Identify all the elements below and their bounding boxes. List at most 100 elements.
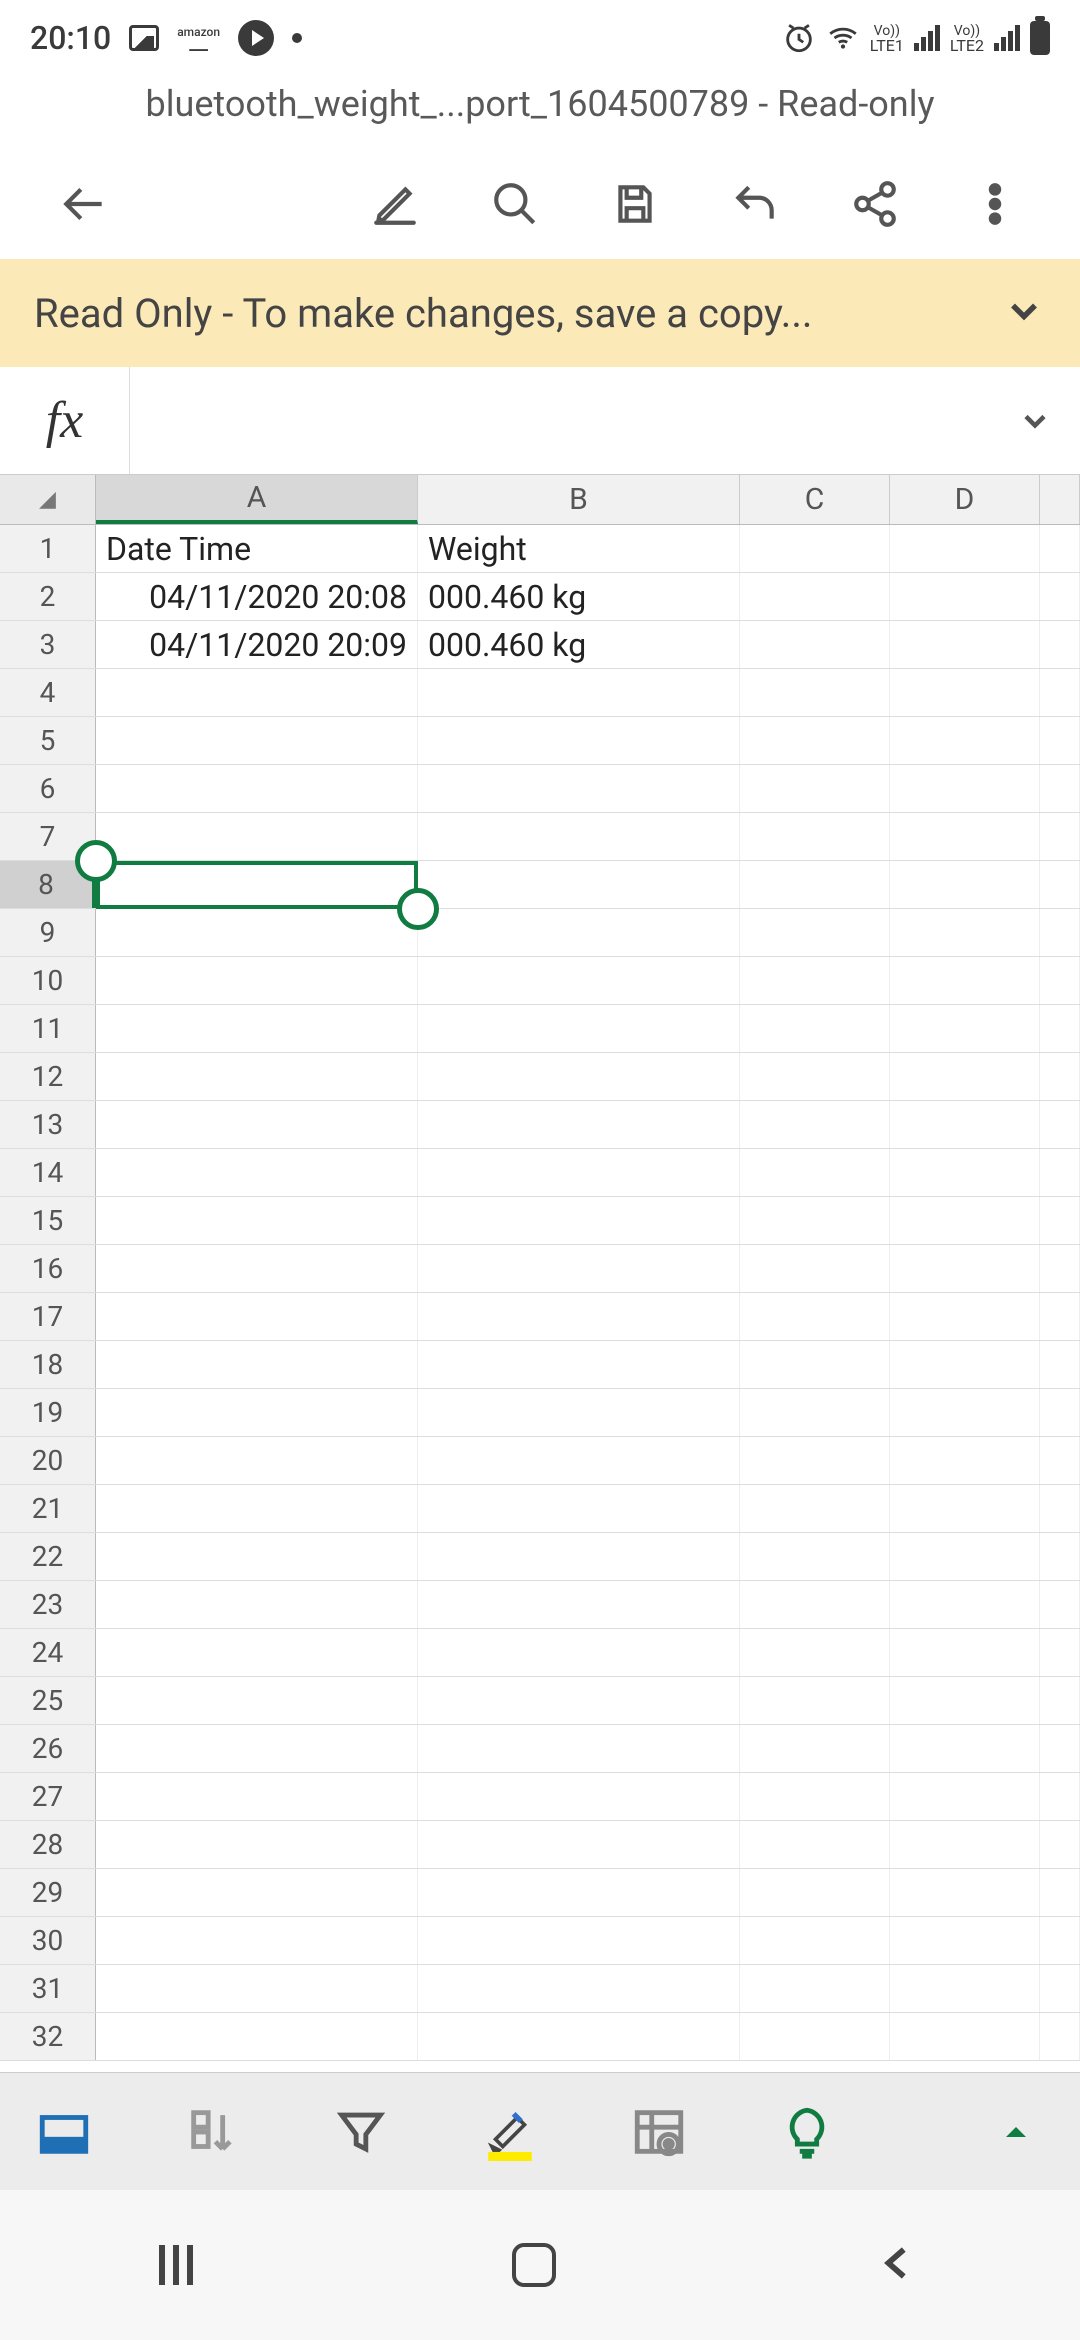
col-header-B[interactable]: B [418,475,740,524]
row-header-6[interactable]: 6 [0,765,96,812]
cell-D2[interactable] [890,573,1040,620]
row-header-27[interactable]: 27 [0,1773,96,1820]
card-view-button[interactable] [614,2087,703,2177]
cell-E3[interactable] [1040,621,1080,668]
row-header-11[interactable]: 11 [0,1005,96,1052]
row-header-24[interactable]: 24 [0,1629,96,1676]
cell-E26[interactable] [1040,1725,1080,1772]
nav-back-button[interactable] [875,2240,921,2290]
cell-E20[interactable] [1040,1437,1080,1484]
cell-C26[interactable] [740,1725,890,1772]
cell-D12[interactable] [890,1053,1040,1100]
cell-A28[interactable] [96,1821,418,1868]
cell-B16[interactable] [418,1245,740,1292]
cell-A27[interactable] [96,1773,418,1820]
share-button[interactable] [820,159,930,249]
cell-C13[interactable] [740,1101,890,1148]
cell-D1[interactable] [890,525,1040,572]
cell-B19[interactable] [418,1389,740,1436]
cell-E1[interactable] [1040,525,1080,572]
cell-A21[interactable] [96,1485,418,1532]
nav-home-button[interactable] [512,2243,556,2287]
cell-E5[interactable] [1040,717,1080,764]
cell-A23[interactable] [96,1581,418,1628]
row-header-31[interactable]: 31 [0,1965,96,2012]
cell-D29[interactable] [890,1869,1040,1916]
save-button[interactable] [580,159,690,249]
cell-A6[interactable] [96,765,418,812]
cell-B6[interactable] [418,765,740,812]
cell-D13[interactable] [890,1101,1040,1148]
cell-A32[interactable] [96,2013,418,2060]
cell-E32[interactable] [1040,2013,1080,2060]
cell-B17[interactable] [418,1293,740,1340]
cell-A2[interactable]: 04/11/2020 20:08 [96,573,418,620]
row-header-21[interactable]: 21 [0,1485,96,1532]
cell-B7[interactable] [418,813,740,860]
cell-B28[interactable] [418,1821,740,1868]
cell-E14[interactable] [1040,1149,1080,1196]
row-header-4[interactable]: 4 [0,669,96,716]
cell-D14[interactable] [890,1149,1040,1196]
cell-E10[interactable] [1040,957,1080,1004]
ribbon-expand-button[interactable] [971,2087,1060,2177]
cell-E13[interactable] [1040,1101,1080,1148]
cell-C4[interactable] [740,669,890,716]
cell-C21[interactable] [740,1485,890,1532]
cell-C17[interactable] [740,1293,890,1340]
row-header-26[interactable]: 26 [0,1725,96,1772]
row-header-23[interactable]: 23 [0,1581,96,1628]
edit-button[interactable] [340,159,450,249]
formula-expand-button[interactable] [990,403,1080,439]
cell-E15[interactable] [1040,1197,1080,1244]
cell-A11[interactable] [96,1005,418,1052]
cell-E16[interactable] [1040,1245,1080,1292]
more-button[interactable] [940,159,1050,249]
row-header-29[interactable]: 29 [0,1869,96,1916]
formula-input[interactable] [130,367,990,474]
cell-E18[interactable] [1040,1341,1080,1388]
cell-B15[interactable] [418,1197,740,1244]
cell-B23[interactable] [418,1581,740,1628]
cell-A14[interactable] [96,1149,418,1196]
cell-B1[interactable]: Weight [418,525,740,572]
cell-D31[interactable] [890,1965,1040,2012]
cell-E24[interactable] [1040,1629,1080,1676]
cell-E21[interactable] [1040,1485,1080,1532]
cell-A22[interactable] [96,1533,418,1580]
cell-A12[interactable] [96,1053,418,1100]
cell-B27[interactable] [418,1773,740,1820]
cell-D8[interactable] [890,861,1040,908]
row-header-13[interactable]: 13 [0,1101,96,1148]
cell-B18[interactable] [418,1341,740,1388]
row-header-16[interactable]: 16 [0,1245,96,1292]
row-header-10[interactable]: 10 [0,957,96,1004]
undo-button[interactable] [700,159,810,249]
cell-B29[interactable] [418,1869,740,1916]
cell-C14[interactable] [740,1149,890,1196]
row-header-5[interactable]: 5 [0,717,96,764]
cell-D26[interactable] [890,1725,1040,1772]
cell-E2[interactable] [1040,573,1080,620]
cell-C23[interactable] [740,1581,890,1628]
cell-D23[interactable] [890,1581,1040,1628]
row-header-1[interactable]: 1 [0,525,96,572]
cell-C1[interactable] [740,525,890,572]
col-header-D[interactable]: D [890,475,1040,524]
cell-A10[interactable] [96,957,418,1004]
cell-E12[interactable] [1040,1053,1080,1100]
cell-C11[interactable] [740,1005,890,1052]
cell-C32[interactable] [740,2013,890,2060]
row-header-9[interactable]: 9 [0,909,96,956]
cell-B10[interactable] [418,957,740,1004]
row-header-18[interactable]: 18 [0,1341,96,1388]
cell-A25[interactable] [96,1677,418,1724]
cell-D16[interactable] [890,1245,1040,1292]
cell-C20[interactable] [740,1437,890,1484]
cell-D27[interactable] [890,1773,1040,1820]
cell-C31[interactable] [740,1965,890,2012]
row-header-7[interactable]: 7 [0,813,96,860]
cell-C30[interactable] [740,1917,890,1964]
cell-C9[interactable] [740,909,890,956]
cell-B12[interactable] [418,1053,740,1100]
